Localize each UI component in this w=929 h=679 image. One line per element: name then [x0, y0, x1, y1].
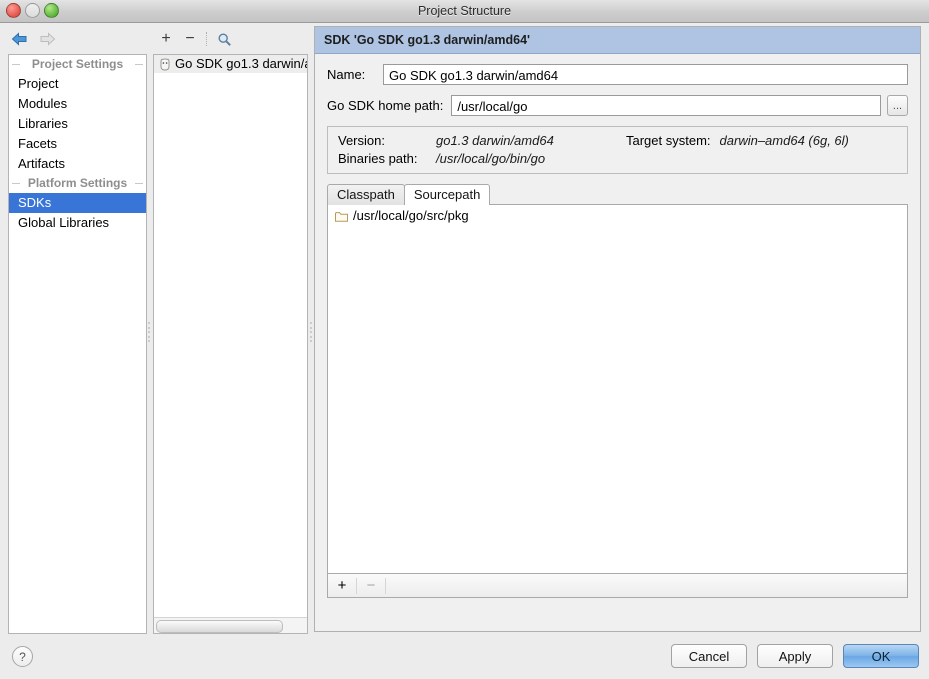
sourcepath-item-label: /usr/local/go/src/pkg — [353, 207, 469, 223]
splitter-left[interactable] — [145, 320, 152, 344]
cancel-button[interactable]: Cancel — [671, 644, 747, 668]
add-sdk-button[interactable]: + — [155, 29, 177, 49]
sidebar-item-artifacts[interactable]: Artifacts — [9, 154, 146, 174]
binaries-path-label: Binaries path: — [338, 151, 418, 166]
tab-classpath[interactable]: Classpath — [327, 184, 405, 205]
sdk-list[interactable]: Go SDK go1.3 darwin/amd64 — [153, 54, 308, 634]
folder-icon — [335, 210, 348, 222]
toolbar-separator — [385, 577, 386, 594]
home-path-row: Go SDK home path: /usr/local/go ... — [327, 95, 908, 116]
settings-tree[interactable]: Project Settings Project Modules Librari… — [8, 54, 147, 634]
group-header-project-settings: Project Settings — [9, 55, 146, 74]
name-row: Name: Go SDK go1.3 darwin/amd64 — [327, 64, 908, 85]
classpath-sourcepath-tabs: Classpath Sourcepath — [327, 183, 908, 205]
add-sourcepath-button[interactable]: + — [328, 575, 356, 597]
scrollbar-thumb[interactable] — [156, 620, 283, 633]
splitter-right[interactable] — [307, 320, 314, 344]
sdk-list-toolbar: + − — [155, 28, 305, 50]
tab-sourcepath[interactable]: Sourcepath — [403, 184, 491, 205]
list-item[interactable]: Go SDK go1.3 darwin/amd64 — [154, 55, 307, 73]
sidebar-item-project[interactable]: Project — [9, 74, 146, 94]
home-path-label: Go SDK home path: — [327, 98, 444, 113]
sdk-detail-panel: SDK 'Go SDK go1.3 darwin/amd64' Name: Go… — [314, 26, 921, 632]
sidebar-item-facets[interactable]: Facets — [9, 134, 146, 154]
arrow-left-icon[interactable] — [8, 29, 30, 49]
version-line: Version: go1.3 darwin/amd64 Target syste… — [338, 133, 897, 148]
name-label: Name: — [327, 67, 366, 82]
sdk-list-item-label: Go SDK go1.3 darwin/amd64 — [175, 56, 307, 71]
settings-group-project: Project Settings Project Modules Librari… — [9, 55, 146, 174]
navigation-bar — [8, 28, 148, 50]
version-value: go1.3 darwin/amd64 — [436, 133, 554, 148]
window-title: Project Structure — [417, 4, 512, 18]
target-system-value: darwin–amd64 (6g, 6l) — [719, 133, 849, 148]
project-structure-window: Project Structure Project Settings Proje… — [0, 0, 929, 679]
detail-header-title: SDK 'Go SDK go1.3 darwin/amd64' — [315, 27, 920, 54]
sdk-form: Name: Go SDK go1.3 darwin/amd64 Go SDK h… — [315, 54, 920, 116]
title-bar: Project Structure — [0, 0, 929, 23]
version-label: Version: — [338, 133, 385, 148]
remove-sourcepath-button[interactable]: − — [357, 575, 385, 597]
magnifier-icon[interactable] — [213, 29, 235, 49]
help-button[interactable]: ? — [12, 646, 33, 667]
sidebar-item-sdks[interactable]: SDKs — [9, 193, 146, 213]
list-item[interactable]: /usr/local/go/src/pkg — [328, 205, 907, 225]
dialog-buttons: Cancel Apply OK — [671, 644, 919, 668]
home-path-input[interactable]: /usr/local/go — [451, 95, 881, 116]
settings-group-platform: Platform Settings SDKs Global Libraries — [9, 174, 146, 233]
sidebar-item-modules[interactable]: Modules — [9, 94, 146, 114]
binaries-path-value: /usr/local/go/bin/go — [436, 151, 546, 166]
ok-button[interactable]: OK — [843, 644, 919, 668]
sdk-info-box: Version: go1.3 darwin/amd64 Target syste… — [327, 126, 908, 174]
sidebar-item-libraries[interactable]: Libraries — [9, 114, 146, 134]
go-gopher-icon — [159, 57, 171, 71]
arrow-right-icon — [36, 29, 58, 49]
group-header-platform-settings: Platform Settings — [9, 174, 146, 193]
toolbar-separator — [206, 32, 208, 46]
apply-button[interactable]: Apply — [757, 644, 833, 668]
remove-sdk-button[interactable]: − — [179, 29, 201, 49]
sourcepath-list[interactable]: /usr/local/go/src/pkg — [327, 204, 908, 574]
binaries-line: Binaries path: /usr/local/go/bin/go — [338, 151, 897, 166]
target-system-label: Target system: — [626, 133, 711, 148]
sidebar-item-global-libraries[interactable]: Global Libraries — [9, 213, 146, 233]
browse-button[interactable]: ... — [887, 95, 908, 116]
name-input[interactable]: Go SDK go1.3 darwin/amd64 — [383, 64, 908, 85]
sourcepath-toolbar: + − — [327, 574, 908, 598]
sdk-list-horizontal-scrollbar[interactable] — [154, 617, 307, 633]
